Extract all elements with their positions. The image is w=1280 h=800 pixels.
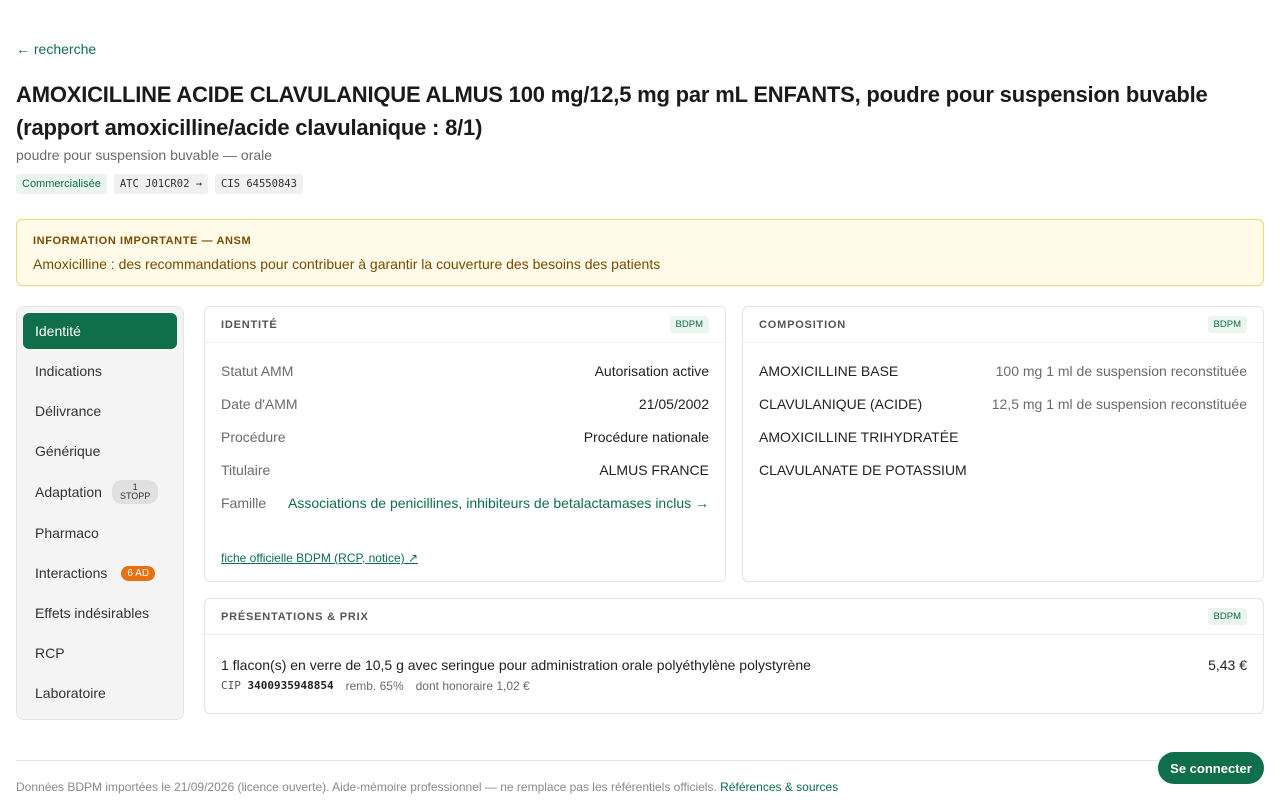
sidebar-item-label: Laboratoire: [35, 685, 106, 701]
badge-label: STOPP: [119, 491, 151, 501]
presentation-item: 1 flacon(s) en verre de 10,5 g avec seri…: [205, 635, 1263, 693]
sidebar-item-label: Effets indésirables: [35, 605, 150, 621]
sidebar-item-label: Pharmaco: [35, 525, 99, 541]
ansm-alert: INFORMATION IMPORTANTE — ANSM Amoxicilli…: [16, 219, 1264, 286]
sidebar-item-generique[interactable]: Générique: [23, 433, 177, 469]
row-value: ALMUS FRANCE: [599, 462, 709, 478]
substance-name: CLAVULANATE DE POTASSIUM: [759, 462, 967, 478]
status-badge: Commercialisée: [16, 174, 107, 194]
presentation-label: 1 flacon(s) en verre de 10,5 g avec seri…: [221, 657, 811, 673]
family-link[interactable]: Associations de penicillines, inhibiteur…: [269, 493, 709, 513]
sidebar-item-pharmaco[interactable]: Pharmaco: [23, 515, 177, 551]
substance-dose: 100 mg 1 ml de suspension reconstituée: [995, 363, 1247, 379]
card-header: PRÉSENTATIONS & PRIX BDPM: [205, 599, 1263, 635]
cis-chip: CIS 64550843: [215, 174, 303, 194]
card-title: PRÉSENTATIONS & PRIX: [221, 610, 369, 623]
row-key: Statut AMM: [221, 363, 294, 379]
row-key: Procédure: [221, 429, 286, 445]
substance-name: AMOXICILLINE TRIHYDRATÉE: [759, 429, 959, 445]
official-sheet-link[interactable]: fiche officielle BDPM (RCP, notice) ↗: [221, 551, 418, 565]
source-badge: BDPM: [1207, 608, 1247, 625]
interactions-count-badge: 6 AD: [121, 565, 156, 581]
composition-rows: AMOXICILLINE BASE 100 mg 1 ml de suspens…: [743, 343, 1263, 487]
identity-card: IDENTITÉ BDPM Statut AMM Autorisation ac…: [204, 306, 726, 582]
sidebar-item-label: Indications: [35, 363, 102, 379]
sidebar-item-label: Délivrance: [35, 403, 102, 419]
substance-name: CLAVULANIQUE (ACIDE): [759, 396, 923, 412]
login-button[interactable]: Se connecter: [1158, 752, 1264, 784]
composition-row: CLAVULANIQUE (ACIDE) 12,5 mg 1 ml de sus…: [759, 388, 1247, 421]
card-title: COMPOSITION: [759, 318, 847, 331]
product-chips: Commercialisée ATC J01CR02 → CIS 6455084…: [16, 174, 303, 194]
row-key: Titulaire: [221, 462, 271, 478]
sidebar-item-label: RCP: [35, 645, 65, 661]
sidebar-item-effets-indesirables[interactable]: Effets indésirables: [23, 595, 177, 631]
page-title: AMOXICILLINE ACIDE CLAVULANIQUE ALMUS 10…: [16, 82, 1208, 140]
composition-row: AMOXICILLINE TRIHYDRATÉE: [759, 421, 1247, 454]
composition-card: COMPOSITION BDPM AMOXICILLINE BASE 100 m…: [742, 306, 1264, 582]
sidebar-item-label: Identité: [35, 323, 81, 339]
card-header: COMPOSITION BDPM: [743, 307, 1263, 343]
substance-name: AMOXICILLINE BASE: [759, 363, 899, 379]
presentation-price: 5,43 €: [1208, 657, 1247, 673]
row-value: 21/05/2002: [638, 396, 709, 412]
cip-value: 3400935948854: [247, 679, 334, 692]
sidebar-item-label: Adaptation: [35, 484, 102, 500]
cip-code: CIP 3400935948854: [221, 679, 334, 693]
row-value: Procédure nationale: [583, 429, 709, 445]
sidebar-item-laboratoire[interactable]: Laboratoire: [23, 675, 177, 711]
sidebar-item-interactions[interactable]: Interactions 6 AD: [23, 555, 177, 591]
alert-title: INFORMATION IMPORTANTE — ANSM: [33, 235, 252, 247]
sidebar-item-delivrance[interactable]: Délivrance: [23, 393, 177, 429]
row-key: Famille: [221, 495, 267, 511]
sidebar-item-indications[interactable]: Indications: [23, 353, 177, 389]
identity-row: Statut AMM Autorisation active: [221, 355, 709, 388]
identity-row-family: Famille Associations de penicillines, in…: [221, 487, 709, 541]
sidebar-item-adaptation[interactable]: Adaptation 1 STOPP: [23, 473, 177, 511]
footer-divider: [16, 760, 1264, 761]
card-header: IDENTITÉ BDPM: [205, 307, 725, 343]
sidebar-item-label: Générique: [35, 443, 101, 459]
section-sidebar: Identité Indications Délivrance Génériqu…: [16, 306, 184, 720]
sidebar-item-rcp[interactable]: RCP: [23, 635, 177, 671]
alert-text: Amoxicilline : des recommandations pour …: [33, 256, 661, 272]
substance-dose: 12,5 mg 1 ml de suspension reconstituée: [991, 396, 1247, 412]
cip-label: CIP: [221, 679, 241, 692]
row-value: Autorisation active: [594, 363, 709, 379]
source-badge: BDPM: [1207, 316, 1247, 333]
atc-chip[interactable]: ATC J01CR02 →: [113, 174, 209, 194]
presentation-meta: CIP 3400935948854 remb. 65% dont honorai…: [221, 679, 1247, 693]
references-link[interactable]: Références & sources: [720, 780, 838, 794]
page-subtitle: poudre pour suspension buvable — orale: [16, 147, 273, 163]
identity-row: Date d'AMM 21/05/2002: [221, 388, 709, 421]
reimbursement-rate: remb. 65%: [345, 679, 404, 693]
sidebar-item-identite[interactable]: Identité: [23, 313, 177, 349]
composition-row: CLAVULANATE DE POTASSIUM: [759, 454, 1247, 487]
presentations-card: PRÉSENTATIONS & PRIX BDPM 1 flacon(s) en…: [204, 598, 1264, 714]
identity-rows: Statut AMM Autorisation active Date d'AM…: [205, 343, 725, 541]
stopp-count-badge: 1 STOPP: [111, 480, 159, 504]
source-badge: BDPM: [669, 316, 709, 333]
card-title: IDENTITÉ: [221, 318, 278, 331]
footer-text: Données BDPM importées le 21/09/2026 (li…: [16, 780, 717, 794]
pharmacist-fee: dont honoraire 1,02 €: [415, 679, 530, 693]
row-key: Date d'AMM: [221, 396, 298, 412]
page-footer: Données BDPM importées le 21/09/2026 (li…: [16, 780, 838, 794]
identity-row: Procédure Procédure nationale: [221, 421, 709, 454]
sidebar-item-label: Interactions: [35, 565, 108, 581]
back-to-search-link[interactable]: ← recherche: [16, 41, 96, 57]
identity-row: Titulaire ALMUS FRANCE: [221, 454, 709, 487]
composition-row: AMOXICILLINE BASE 100 mg 1 ml de suspens…: [759, 355, 1247, 388]
